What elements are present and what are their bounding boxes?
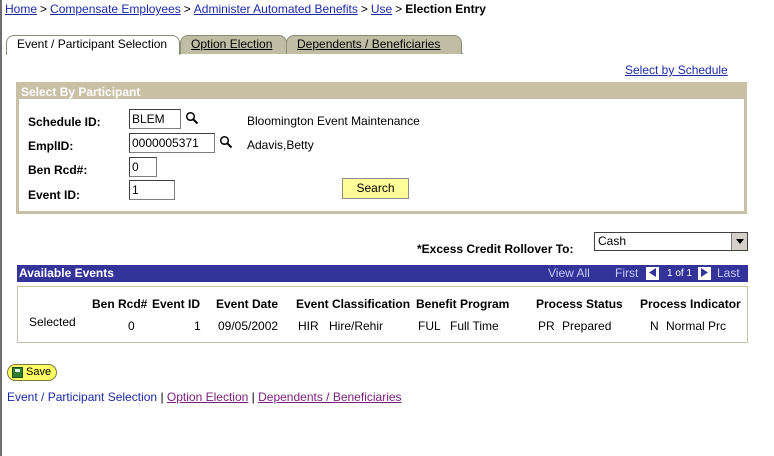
excess-credit-rollover-select[interactable]: Cash [594,232,748,251]
breadcrumb-administer-automated-benefits[interactable]: Administer Automated Benefits [194,2,358,16]
available-events-grid: Ben Rcd# Event ID Event Date Event Class… [17,286,748,343]
magnifier-icon [219,135,233,152]
schedule-id-description: Bloomington Event Maintenance [247,114,420,128]
last-link[interactable]: Last [717,265,740,282]
column-header-process-status: Process Status [536,297,623,311]
breadcrumb-current-page: Election Entry [405,2,486,16]
breadcrumb-separator: > [395,2,403,16]
select-by-schedule-link[interactable]: Select by Schedule [625,63,728,77]
breadcrumb-separator: > [40,2,48,16]
column-header-ben-rcd: Ben Rcd# [92,297,148,311]
tab-label: Dependents / Beneficiaries [297,37,441,51]
cell-process-indicator-desc: Normal Prc [666,319,727,333]
cell-ben-rcd: 0 [128,319,135,333]
bottom-link-current: Event / Participant Selection [7,390,158,404]
bottom-link-dependents-beneficiaries[interactable]: Dependents / Beneficiaries [258,390,401,404]
ben-rcd-input[interactable]: 0 [129,157,157,177]
bottom-link-separator: | [251,390,255,404]
cell-process-status-code: PR [538,319,555,333]
view-all-link[interactable]: View All [548,265,590,282]
event-id-input[interactable]: 1 [129,180,175,200]
panel-title: Select By Participant [19,85,744,99]
bottom-link-option-election[interactable]: Option Election [167,390,248,404]
row-count: 1 of 1 [667,268,693,279]
breadcrumb-home[interactable]: Home [5,2,37,16]
emplid-lookup-button[interactable] [217,134,235,152]
cell-benefit-program-desc: Full Time [450,319,499,333]
save-button[interactable]: Save [7,364,57,381]
arrow-left-icon [649,265,656,282]
available-events-title: Available Events [19,266,114,280]
first-link[interactable]: First [615,265,638,282]
emplid-label: EmplID: [28,139,74,153]
cell-benefit-program-code: FUL [418,319,441,333]
available-events-header: Available Events View All First 1 of 1 L… [17,265,748,282]
save-label: Save [26,366,52,378]
emplid-input[interactable]: 0000005371 [129,133,215,153]
breadcrumb-separator: > [360,2,368,16]
schedule-id-lookup-button[interactable] [183,110,201,128]
select-by-participant-panel: Select By Participant Schedule ID: BLEM … [16,82,747,214]
breadcrumb-separator: > [183,2,191,16]
tab-option-election[interactable]: Option Election [180,35,287,54]
schedule-id-input[interactable]: BLEM [129,109,181,129]
floppy-disk-icon [12,367,23,378]
tab-dependents-beneficiaries[interactable]: Dependents / Beneficiaries [286,35,462,54]
chevron-down-icon[interactable] [731,233,747,250]
rollover-selected-value: Cash [598,234,627,248]
row-selected-indicator[interactable]: Selected [29,315,76,329]
cell-event-class-desc: Hire/Rehir [329,319,384,333]
tab-label: Event / Participant Selection [17,37,168,51]
arrow-right-icon [701,265,708,282]
magnifier-icon [185,111,199,128]
event-id-label: Event ID: [28,188,81,202]
search-button[interactable]: Search [342,178,409,199]
ben-rcd-label: Ben Rcd#: [28,163,88,177]
window-left-border [0,0,2,456]
emplid-description: Adavis,Betty [247,138,314,152]
previous-row-button[interactable] [646,267,659,280]
tab-event-participant-selection[interactable]: Event / Participant Selection [6,35,180,55]
column-header-event-date: Event Date [216,297,279,311]
cell-event-class-code: HIR [298,319,319,333]
column-header-event-classification: Event Classification [296,297,411,311]
cell-event-id: 1 [194,319,201,333]
tab-label: Option Election [191,37,273,51]
cell-process-indicator-code: N [650,319,659,333]
schedule-id-label: Schedule ID: [28,115,101,129]
next-row-button[interactable] [698,267,711,280]
cell-process-status-desc: Prepared [562,319,612,333]
breadcrumb: Home > Compensate Employees > Administer Aut… [5,2,486,16]
column-header-benefit-program: Benefit Program [416,297,510,311]
breadcrumb-use[interactable]: Use [371,2,392,16]
bottom-page-links: Event / Participant Selection | Option E… [7,390,402,404]
excess-credit-rollover-label: *Excess Credit Rollover To: [417,242,574,256]
cell-event-date: 09/05/2002 [218,319,279,333]
breadcrumb-compensate-employees[interactable]: Compensate Employees [50,2,181,16]
column-header-event-id: Event ID [152,297,201,311]
bottom-link-separator: | [160,390,164,404]
column-header-process-indicator: Process Indicator [640,297,741,311]
